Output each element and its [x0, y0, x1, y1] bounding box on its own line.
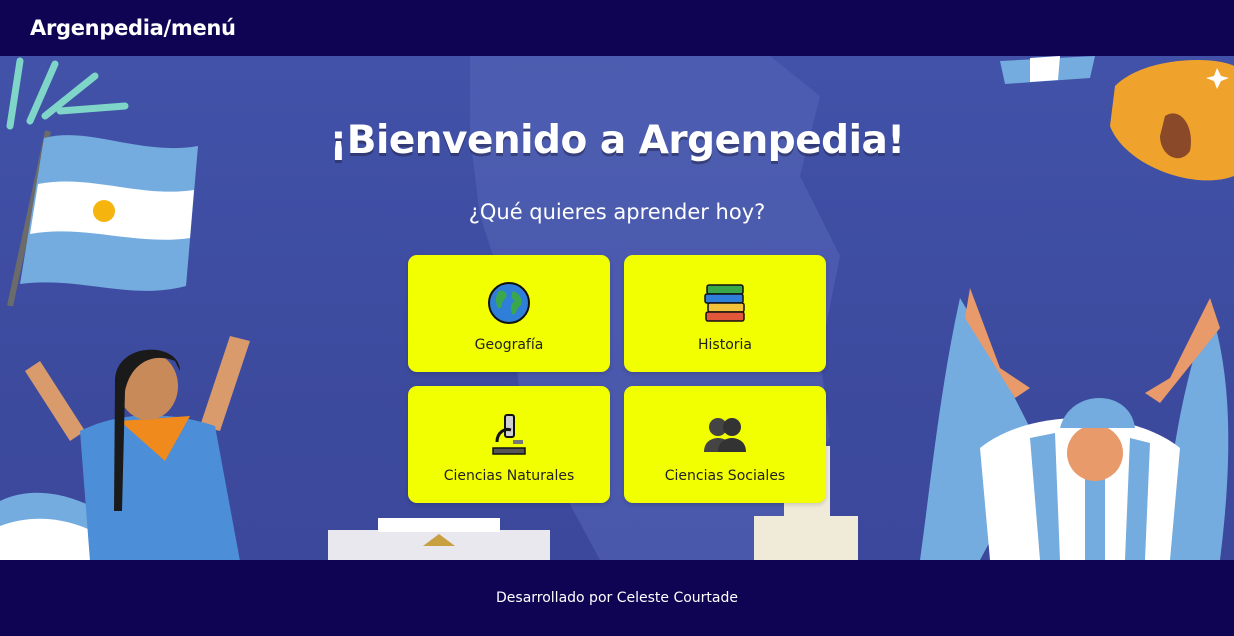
footer: Desarrollado por Celeste Courtade	[0, 560, 1234, 636]
historia-label: Historia	[698, 337, 752, 353]
ciencias-naturales-label: Ciencias Naturales	[443, 468, 575, 484]
geografia-button[interactable]: Geografía	[408, 255, 610, 372]
ciencias-naturales-button[interactable]: Ciencias Naturales	[408, 386, 610, 503]
question-subtitle: ¿Qué quieres aprender hoy?	[468, 200, 766, 224]
microscope-icon	[487, 412, 531, 456]
geografia-label: Geografía	[474, 337, 544, 353]
dancing-girl-illustration	[0, 336, 250, 560]
flag-strip-illustration	[1000, 56, 1095, 84]
footer-credit: Desarrollado por Celeste Courtade	[496, 590, 738, 606]
ciencias-sociales-button[interactable]: Ciencias Sociales	[624, 386, 826, 503]
books-icon	[703, 281, 747, 325]
people-icon	[702, 412, 748, 456]
football-fan-illustration	[920, 288, 1229, 560]
welcome-title: ¡Bienvenido a Argenpedia!	[329, 118, 905, 163]
historia-button[interactable]: Historia	[624, 255, 826, 372]
top-navbar: Argenpedia/menú	[0, 0, 1234, 56]
globe-icon	[487, 281, 531, 325]
congress-building-illustration	[328, 518, 550, 560]
ciencias-sociales-label: Ciencias Sociales	[664, 468, 786, 484]
brand-breadcrumb[interactable]: Argenpedia/menú	[30, 16, 236, 40]
hero-banner: ¡Bienvenido a Argenpedia! ¿Qué quieres a…	[0, 56, 1234, 560]
